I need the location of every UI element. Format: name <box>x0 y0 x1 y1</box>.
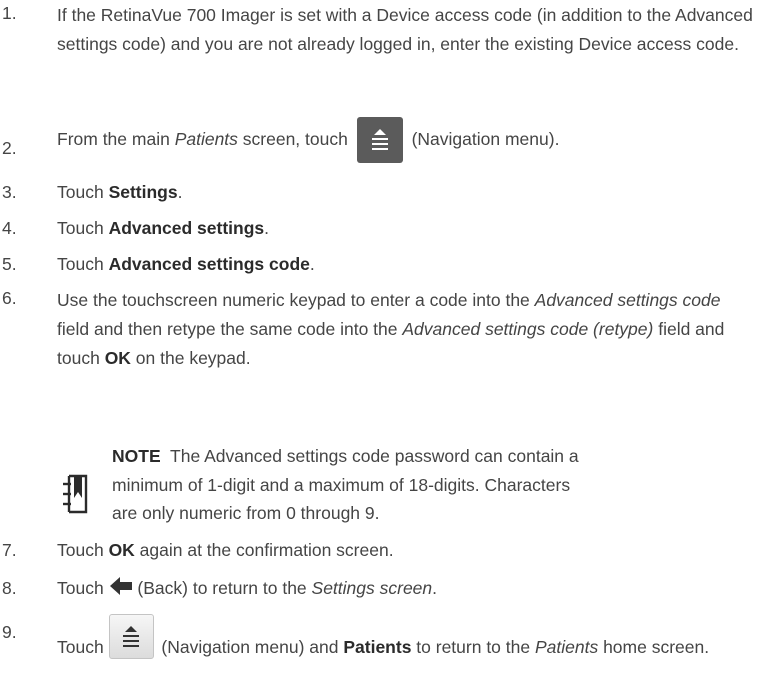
step-number: 2. <box>2 138 17 158</box>
step-number: 8. <box>2 578 17 598</box>
step-number: 5. <box>2 254 17 274</box>
step-number: 7. <box>2 540 17 560</box>
note: NOTE The Advanced settings code password… <box>112 442 582 528</box>
step-number: 4. <box>2 218 17 238</box>
step-number: 3. <box>2 182 17 202</box>
step-text: If the RetinaVue 700 Imager is set with … <box>57 5 753 54</box>
step-number: 1. <box>2 3 17 23</box>
note-label: NOTE <box>112 446 161 466</box>
step-number: 6. <box>2 288 17 308</box>
note-body: The Advanced settings code password can … <box>112 446 579 523</box>
navigation-menu-icon <box>108 614 154 659</box>
navigation-menu-icon <box>356 117 403 164</box>
step-number: 9. <box>2 622 17 642</box>
note-book-icon <box>63 474 88 514</box>
back-arrow-icon <box>109 577 132 595</box>
